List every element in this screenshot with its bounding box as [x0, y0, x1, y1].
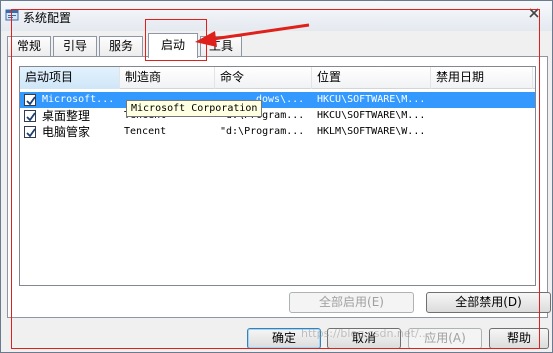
- title-bar[interactable]: 系统配置: [1, 1, 552, 31]
- cell-command: "d:\Program...: [220, 126, 305, 137]
- enable-all-button[interactable]: 全部启用(E): [289, 292, 414, 313]
- row-checkbox[interactable]: [24, 110, 36, 122]
- startup-panel: 启动项目 制造商 命令 位置 禁用日期 Microsoft... dows\..…: [7, 56, 551, 318]
- cell-item: Microsoft...: [42, 94, 115, 105]
- column-startup-item[interactable]: 启动项目: [20, 67, 120, 89]
- cell-manufacturer: Tencent: [124, 126, 167, 137]
- cell-disabled-date: [436, 124, 531, 140]
- column-manufacturer[interactable]: 制造商: [120, 67, 215, 89]
- tab-startup[interactable]: 启动: [148, 33, 198, 58]
- cell-item: 电脑管家: [42, 125, 91, 139]
- table-row[interactable]: 电脑管家 Tencent "d:\Program... HKLM\SOFTWAR…: [20, 124, 535, 140]
- apply-button[interactable]: 应用(A): [408, 328, 482, 349]
- help-button[interactable]: 帮助: [489, 328, 549, 349]
- manufacturer-tooltip: Microsoft Corporation: [126, 100, 263, 117]
- tab-services[interactable]: 服务: [99, 36, 143, 57]
- checkmark-icon: [26, 96, 36, 106]
- disable-all-button[interactable]: 全部禁用(D): [426, 292, 551, 313]
- cell-command: dows\...: [256, 94, 305, 105]
- checkmark-icon: [26, 128, 36, 138]
- column-command[interactable]: 命令: [215, 67, 312, 89]
- msconfig-icon: [5, 9, 19, 21]
- system-config-window: 系统配置 常规 引导 服务 启动 工具 启动项目 制造商 命令 位置 禁用日期 …: [0, 0, 553, 353]
- column-location[interactable]: 位置: [312, 67, 431, 89]
- cancel-button[interactable]: 取消: [327, 328, 401, 349]
- startup-list[interactable]: 启动项目 制造商 命令 位置 禁用日期 Microsoft... dows\..…: [19, 66, 536, 286]
- window-title: 系统配置: [23, 11, 72, 25]
- column-disabled-date[interactable]: 禁用日期: [431, 67, 533, 89]
- list-header: 启动项目 制造商 命令 位置 禁用日期: [20, 67, 535, 89]
- cell-disabled-date: [436, 92, 531, 108]
- row-checkbox[interactable]: [24, 126, 36, 138]
- row-checkbox[interactable]: [24, 94, 36, 106]
- tab-strip: 常规 引导 服务 启动 工具: [7, 33, 547, 58]
- cell-location: HKCU\SOFTWARE\M...: [317, 110, 426, 121]
- tab-boot[interactable]: 引导: [53, 36, 97, 57]
- cell-item: 桌面整理: [42, 109, 91, 123]
- close-icon[interactable]: [524, 4, 544, 22]
- ok-button[interactable]: 确定: [247, 328, 321, 349]
- cell-location: HKLM\SOFTWARE\W...: [317, 126, 426, 137]
- tab-tools[interactable]: 工具: [200, 36, 242, 57]
- checkmark-icon: [26, 112, 36, 122]
- cell-location: HKCU\SOFTWARE\M...: [317, 94, 426, 105]
- table-row[interactable]: Microsoft... dows\... HKCU\SOFTWARE\M...: [20, 92, 535, 108]
- table-row[interactable]: 桌面整理 Tencent "d:\Program... HKCU\SOFTWAR…: [20, 108, 535, 124]
- tab-general[interactable]: 常规: [7, 36, 51, 57]
- cell-disabled-date: [436, 108, 531, 124]
